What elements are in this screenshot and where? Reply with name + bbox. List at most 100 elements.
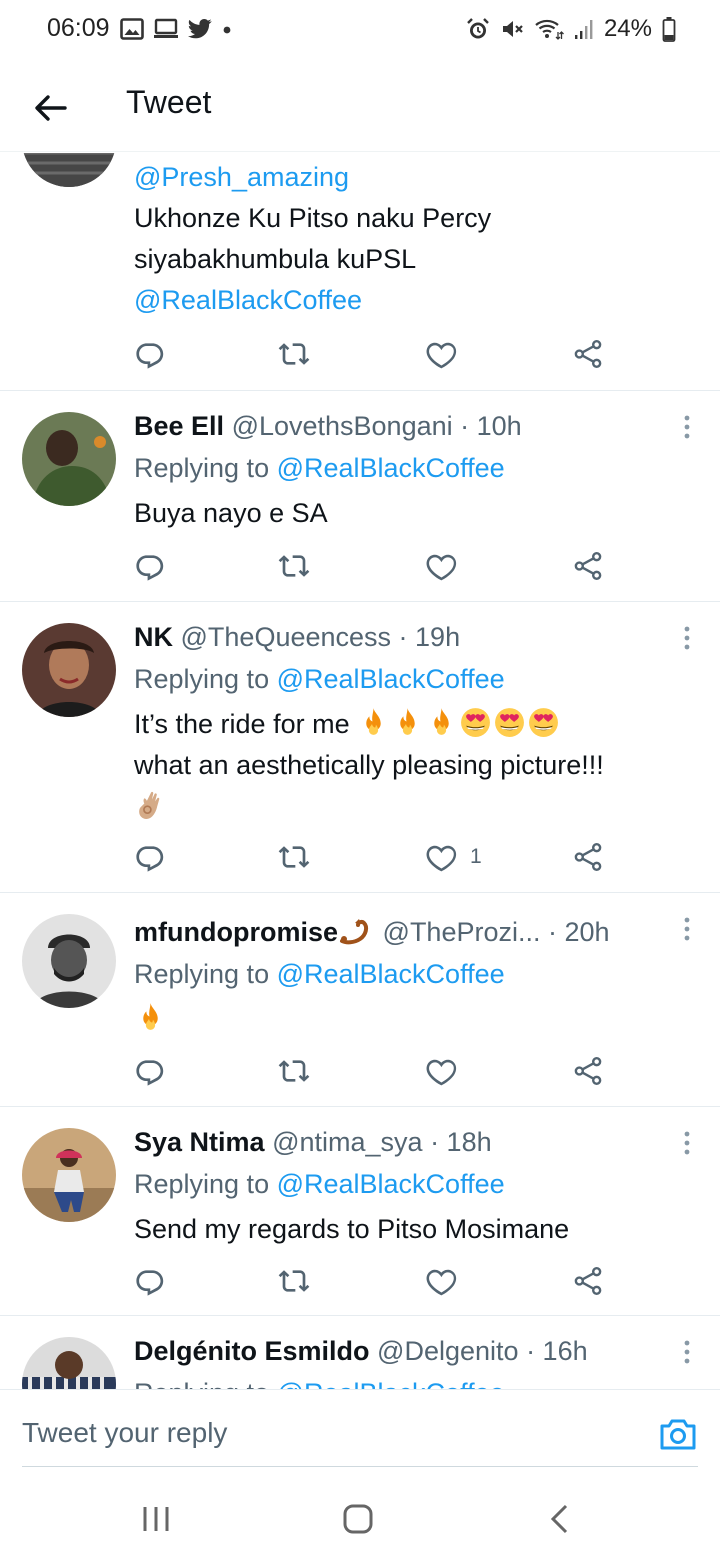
tweet-item[interactable]: NK @TheQueencess · 19h Replying to @Real…	[0, 602, 720, 893]
retweet-button[interactable]	[278, 548, 310, 584]
status-bar: 06:09 24%	[0, 0, 720, 58]
more-options-icon[interactable]	[682, 1339, 692, 1365]
heart-eyes-emoji-icon	[493, 706, 526, 739]
share-button[interactable]	[572, 1053, 604, 1089]
mention-link[interactable]: @RealBlackCoffee	[134, 285, 362, 315]
display-name[interactable]: Sya Ntima	[134, 1127, 265, 1157]
like-button[interactable]	[426, 548, 458, 584]
tweet-time: · 16h	[526, 1336, 588, 1366]
reply-icon	[134, 841, 166, 873]
like-button[interactable]	[426, 1263, 458, 1299]
like-icon	[426, 550, 458, 582]
like-icon	[426, 1055, 458, 1087]
tweet-text-line: what an aesthetically pleasing picture!!…	[134, 750, 604, 780]
mention-link[interactable]: @RealBlackCoffee	[277, 453, 505, 483]
recent-apps-button[interactable]	[134, 1499, 178, 1539]
tweet-item[interactable]: @Presh_amazing Ukhonze Ku Pitso naku Per…	[0, 153, 720, 391]
tweet-text-line: It’s the ride for me	[134, 709, 358, 739]
mention-link[interactable]: @RealBlackCoffee	[277, 664, 505, 694]
alarm-icon	[467, 18, 489, 39]
tweet-actions: 1	[134, 839, 614, 875]
reply-button[interactable]	[134, 548, 166, 584]
avatar[interactable]	[22, 1128, 116, 1222]
like-icon	[426, 1265, 458, 1297]
share-icon	[572, 338, 604, 370]
retweet-button[interactable]	[278, 839, 310, 875]
reply-button[interactable]	[134, 1053, 166, 1089]
tweet-item[interactable]: Sya Ntima @ntima_sya · 18h Replying to @…	[0, 1107, 720, 1316]
replying-to: Replying to @RealBlackCoffee	[134, 1167, 680, 1201]
retweet-icon	[278, 1055, 310, 1087]
replying-to: Replying to @RealBlackCoffee	[134, 957, 680, 991]
camera-icon	[660, 1419, 696, 1450]
app-header: Tweet	[0, 58, 720, 152]
reply-button[interactable]	[134, 336, 166, 372]
home-icon	[343, 1504, 373, 1534]
mention-link[interactable]: @Presh_amazing	[134, 162, 349, 192]
reply-button[interactable]	[134, 1263, 166, 1299]
reply-input[interactable]: Tweet your reply	[22, 1417, 227, 1449]
avatar[interactable]	[22, 1337, 116, 1389]
tweet-item[interactable]: mfundopromise @TheProzi... · 20h Replyin…	[0, 893, 720, 1107]
system-nav-bar	[0, 1479, 720, 1560]
more-options-icon[interactable]	[682, 414, 692, 440]
reply-icon	[134, 550, 166, 582]
monitor-icon	[154, 18, 178, 38]
mention-link[interactable]: @RealBlackCoffee	[277, 959, 505, 989]
tweet-actions	[134, 548, 614, 584]
avatar[interactable]	[22, 412, 116, 506]
display-name[interactable]: Delgénito Esmildo	[134, 1336, 370, 1366]
more-options-icon[interactable]	[682, 1130, 692, 1156]
back-nav-button[interactable]	[538, 1499, 582, 1539]
share-button[interactable]	[572, 839, 604, 875]
share-button[interactable]	[572, 548, 604, 584]
tweet-text: Send my regards to Pitso Mosimane	[134, 1214, 570, 1244]
tweet-item[interactable]: Bee Ell @LovethsBongani · 10h Replying t…	[0, 391, 720, 602]
replying-label: Replying to	[134, 1378, 277, 1389]
battery-icon	[662, 17, 676, 42]
like-button[interactable]	[426, 1053, 458, 1089]
share-button[interactable]	[572, 336, 604, 372]
retweet-button[interactable]	[278, 1263, 310, 1299]
avatar[interactable]	[22, 153, 116, 187]
replying-label: Replying to	[134, 959, 277, 989]
home-button[interactable]	[336, 1499, 380, 1539]
like-button[interactable]: 1	[426, 839, 482, 875]
tweet-text: @Presh_amazing	[134, 157, 680, 198]
user-handle[interactable]: @Delgenito	[377, 1336, 519, 1366]
like-icon	[426, 841, 458, 873]
fire-emoji-icon	[425, 706, 458, 739]
reply-composer: Tweet your reply	[0, 1389, 720, 1479]
replying-to: Replying to @RealBlackCoffee	[134, 1376, 680, 1389]
camera-button[interactable]	[658, 1414, 698, 1454]
more-options-icon[interactable]	[682, 916, 692, 942]
tweet-item[interactable]: Delgénito Esmildo @Delgenito · 16h Reply…	[0, 1316, 720, 1389]
signal-icon	[574, 20, 593, 39]
user-handle[interactable]: @TheQueencess	[181, 622, 392, 652]
mention-link[interactable]: @RealBlackCoffee	[277, 1378, 505, 1389]
avatar[interactable]	[22, 623, 116, 717]
back-button[interactable]	[28, 86, 72, 130]
tweet-text: It’s the ride for me what an aesthetical…	[134, 704, 680, 827]
retweet-icon	[278, 1265, 310, 1297]
avatar[interactable]	[22, 914, 116, 1008]
user-handle[interactable]: @ntima_sya	[272, 1127, 422, 1157]
tweet-actions	[134, 1053, 614, 1089]
display-name[interactable]: Bee Ell	[134, 411, 224, 441]
fire-emoji-icon	[134, 1001, 167, 1034]
share-button[interactable]	[572, 1263, 604, 1299]
user-handle[interactable]: @TheProzi...	[383, 917, 541, 947]
retweet-button[interactable]	[278, 1053, 310, 1089]
mention-link[interactable]: @RealBlackCoffee	[277, 1169, 505, 1199]
like-button[interactable]	[426, 336, 458, 372]
tweet-text: Buya nayo e SA	[134, 498, 328, 528]
reply-button[interactable]	[134, 839, 166, 875]
tweet-time: · 18h	[430, 1127, 492, 1157]
more-options-icon[interactable]	[682, 625, 692, 651]
display-name[interactable]: NK	[134, 622, 173, 652]
display-name[interactable]: mfundopromise	[134, 917, 338, 947]
retweet-button[interactable]	[278, 336, 310, 372]
tweet-actions	[134, 336, 614, 372]
user-handle[interactable]: @LovethsBongani	[232, 411, 453, 441]
ok-hand-emoji-icon	[134, 788, 167, 821]
